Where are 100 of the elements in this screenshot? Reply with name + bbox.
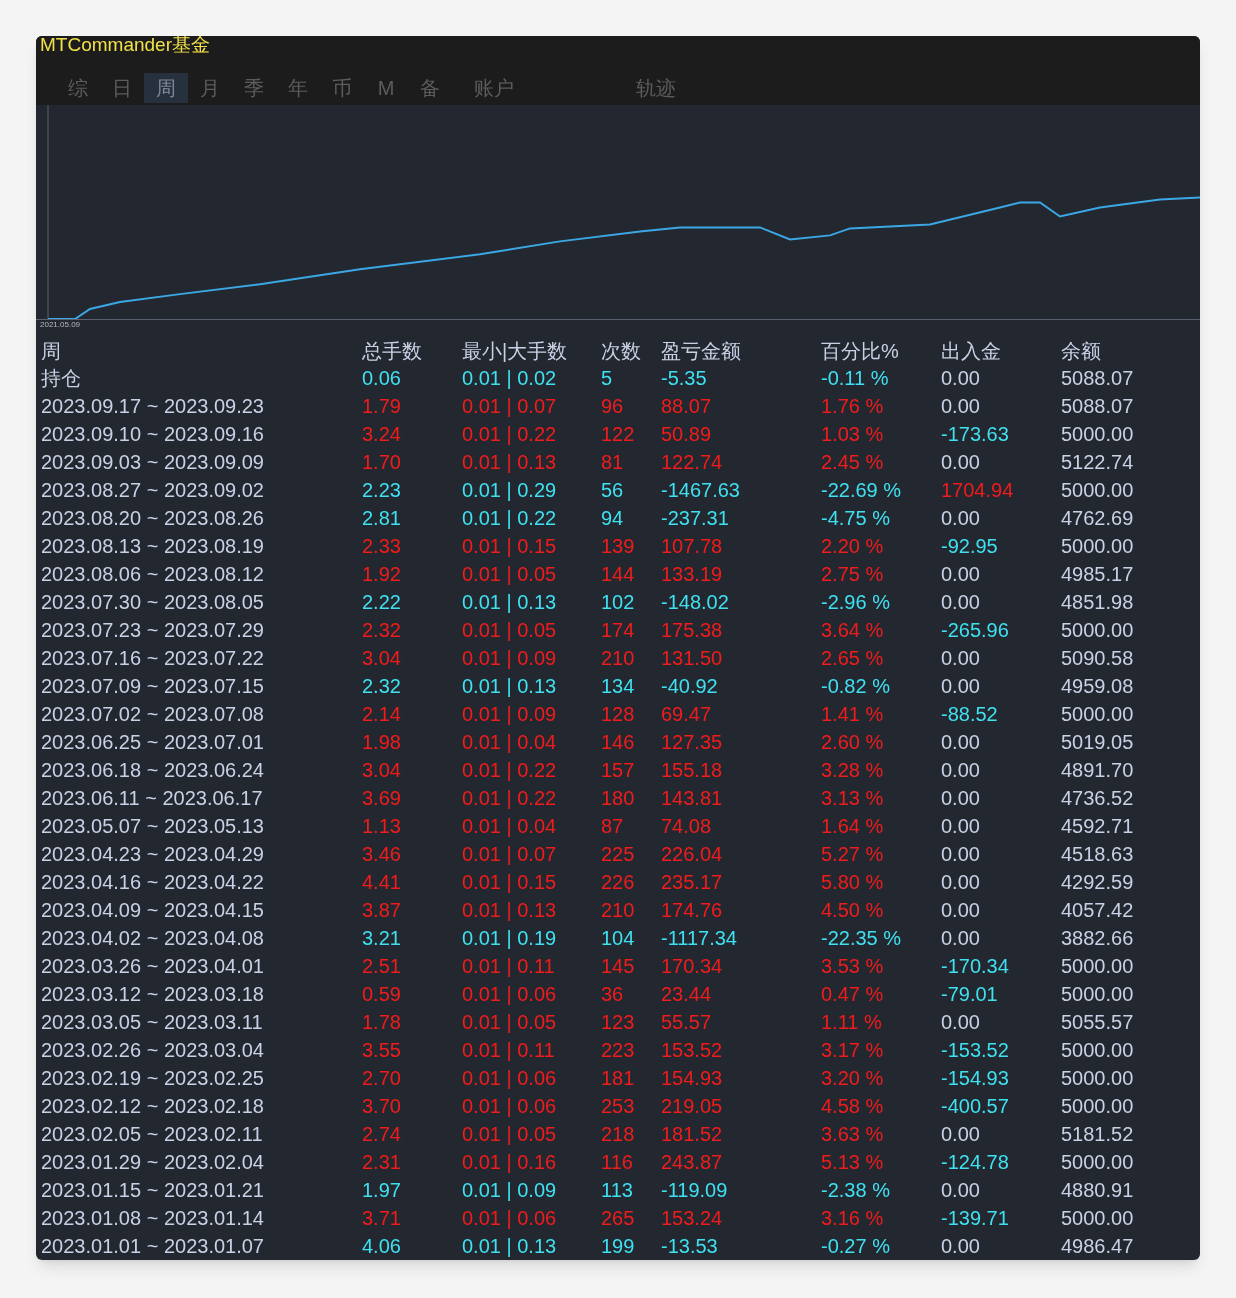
- table-cell-text: 2023.09.17 ~ 2023.09.23: [41, 394, 265, 418]
- table-cell-text: 4.50 %: [821, 898, 885, 922]
- table-cell-text: 3.87: [362, 898, 402, 922]
- tab[interactable]: 月: [188, 72, 232, 103]
- table-cell-text: 0.01 | 0.05: [462, 562, 558, 586]
- table-cell-text: 154.93: [661, 1066, 724, 1090]
- table-cell-text: 2.14: [362, 702, 402, 726]
- table-cell-text: 3.13 %: [821, 786, 885, 810]
- table-cell-text: 199: [601, 1234, 636, 1258]
- tab[interactable]: 季: [232, 72, 276, 103]
- table-cell-text: 0.01 | 0.29: [462, 478, 558, 502]
- table-cell-text: 134: [601, 674, 636, 698]
- table-cell-text: -173.63: [941, 422, 1010, 446]
- table-cell-text: 5000.00: [1061, 1206, 1135, 1230]
- table-cell-text: 5000.00: [1061, 702, 1135, 726]
- table-cell-text: 5000.00: [1061, 1038, 1135, 1062]
- table-cell-text: 2023.08.13 ~ 2023.08.19: [41, 534, 265, 558]
- tab[interactable]: M: [364, 72, 408, 103]
- table-cell-text: 5055.57: [1061, 1010, 1135, 1034]
- tab[interactable]: 备: [408, 72, 452, 103]
- tab[interactable]: 年: [276, 72, 320, 103]
- table-cell-text: 2.60 %: [821, 730, 885, 754]
- table-cell-text: 225: [601, 842, 636, 866]
- table-cell-text: 0.01 | 0.11: [462, 1038, 556, 1062]
- table-cell-text: 116: [601, 1150, 634, 1174]
- tab[interactable]: 轨迹: [626, 72, 686, 103]
- table-cell-text: -1467.63: [661, 478, 741, 502]
- table-cell-text: 94: [601, 506, 625, 530]
- table-cell-text: 0.00: [941, 1122, 981, 1146]
- table-cell-text: 223: [601, 1038, 636, 1062]
- tab[interactable]: 账户: [452, 72, 536, 103]
- table-cell-text: 218: [601, 1122, 636, 1146]
- table-cell-text: 0.00: [941, 786, 981, 810]
- table-cell-text: 3.20 %: [821, 1066, 885, 1090]
- tab[interactable]: 币: [320, 72, 364, 103]
- table-cell-text: 0.01 | 0.11: [462, 954, 556, 978]
- table-cell-text: 2.31: [362, 1150, 402, 1174]
- table-cell-text: 0.01 | 0.09: [462, 702, 558, 726]
- table-cell-text: 5090.58: [1061, 646, 1135, 670]
- table-cell-text: -170.34: [941, 954, 1010, 978]
- table-cell-text: 174.76: [661, 898, 724, 922]
- table-cell-text: 102: [601, 590, 636, 614]
- table-cell-text: 2.51: [362, 954, 402, 978]
- table-cell-text: 5000.00: [1061, 982, 1135, 1006]
- table-cell-text: 1.03 %: [821, 422, 885, 446]
- table-cell-text: 2.23: [362, 478, 402, 502]
- table-cell-text: 2.20 %: [821, 534, 885, 558]
- table-cell-text: 2023.04.09 ~ 2023.04.15: [41, 898, 265, 922]
- table-cell-text: 持仓: [41, 366, 82, 390]
- table-cell-text: 2023.02.19 ~ 2023.02.25: [41, 1066, 265, 1090]
- table-cell-text: 0.01 | 0.07: [462, 842, 558, 866]
- table-cell-text: 2023.01.08 ~ 2023.01.14: [41, 1206, 265, 1230]
- table-cell-text: 0.00: [941, 562, 981, 586]
- table-cell-text: 1.11 %: [821, 1010, 883, 1034]
- table-cell-text: 0.01 | 0.13: [462, 590, 558, 614]
- table-cell-text: 0.00: [941, 1178, 981, 1202]
- table-cell-text: 4986.47: [1061, 1234, 1135, 1258]
- table-cell-text: 69.47: [661, 702, 713, 726]
- window-title: MTCommander基金: [40, 36, 210, 54]
- table-cell-text: 36: [601, 982, 625, 1006]
- table-cell-text: 5088.07: [1061, 394, 1135, 418]
- table-cell-text: 0.01 | 0.15: [462, 870, 558, 894]
- table-cell-text: 0.01 | 0.06: [462, 1094, 558, 1118]
- tab[interactable]: 日: [100, 72, 144, 103]
- table-cell-text: 2023.06.25 ~ 2023.07.01: [41, 730, 265, 754]
- table-cell-text: 56: [601, 478, 625, 502]
- table-cell-text: 2023.08.20 ~ 2023.08.26: [41, 506, 265, 530]
- table-cell-text: 2023.01.29 ~ 2023.02.04: [41, 1150, 265, 1174]
- table-cell-text: 0.01 | 0.06: [462, 1066, 558, 1090]
- column-header: 盈亏金额: [661, 339, 742, 364]
- table-cell-text: 3.21: [362, 926, 402, 950]
- table-cell-text: 4.58 %: [821, 1094, 885, 1118]
- table-cell-text: 0.01 | 0.07: [462, 394, 558, 418]
- table-cell-text: 219.05: [661, 1094, 724, 1118]
- table-cell-text: 0.00: [941, 758, 981, 782]
- tab[interactable]: 周: [144, 72, 188, 103]
- table-cell-text: 0.01 | 0.09: [462, 646, 558, 670]
- table-cell-text: 3.53 %: [821, 954, 885, 978]
- table-cell-text: 0.00: [941, 674, 981, 698]
- table-cell-text: 128: [601, 702, 636, 726]
- table-cell-text: -22.69 %: [821, 478, 903, 502]
- table-cell-text: -1117.34: [661, 926, 738, 950]
- table-cell-text: 74.08: [661, 814, 713, 838]
- table-cell-text: 2.32: [362, 618, 402, 642]
- table-cell-text: 0.01 | 0.22: [462, 422, 558, 446]
- table-cell-text: 0.01 | 0.05: [462, 1122, 558, 1146]
- table-cell-text: 235.17: [661, 870, 724, 894]
- table-cell-text: -0.11 %: [821, 366, 890, 390]
- table-cell-text: 143.81: [661, 786, 724, 810]
- table-cell-text: 0.00: [941, 870, 981, 894]
- table-cell-text: 5000.00: [1061, 618, 1135, 642]
- tab[interactable]: 综: [56, 72, 100, 103]
- table-cell-text: -154.93: [941, 1066, 1010, 1090]
- table-cell-text: 1.97: [362, 1178, 402, 1202]
- column-header: 出入金: [941, 339, 1002, 364]
- table-cell-text: 2023.02.12 ~ 2023.02.18: [41, 1094, 265, 1118]
- table-cell-text: 139: [601, 534, 636, 558]
- column-header: 余额: [1061, 339, 1102, 364]
- table-cell-text: 210: [601, 898, 636, 922]
- table-cell-text: 127.35: [661, 730, 724, 754]
